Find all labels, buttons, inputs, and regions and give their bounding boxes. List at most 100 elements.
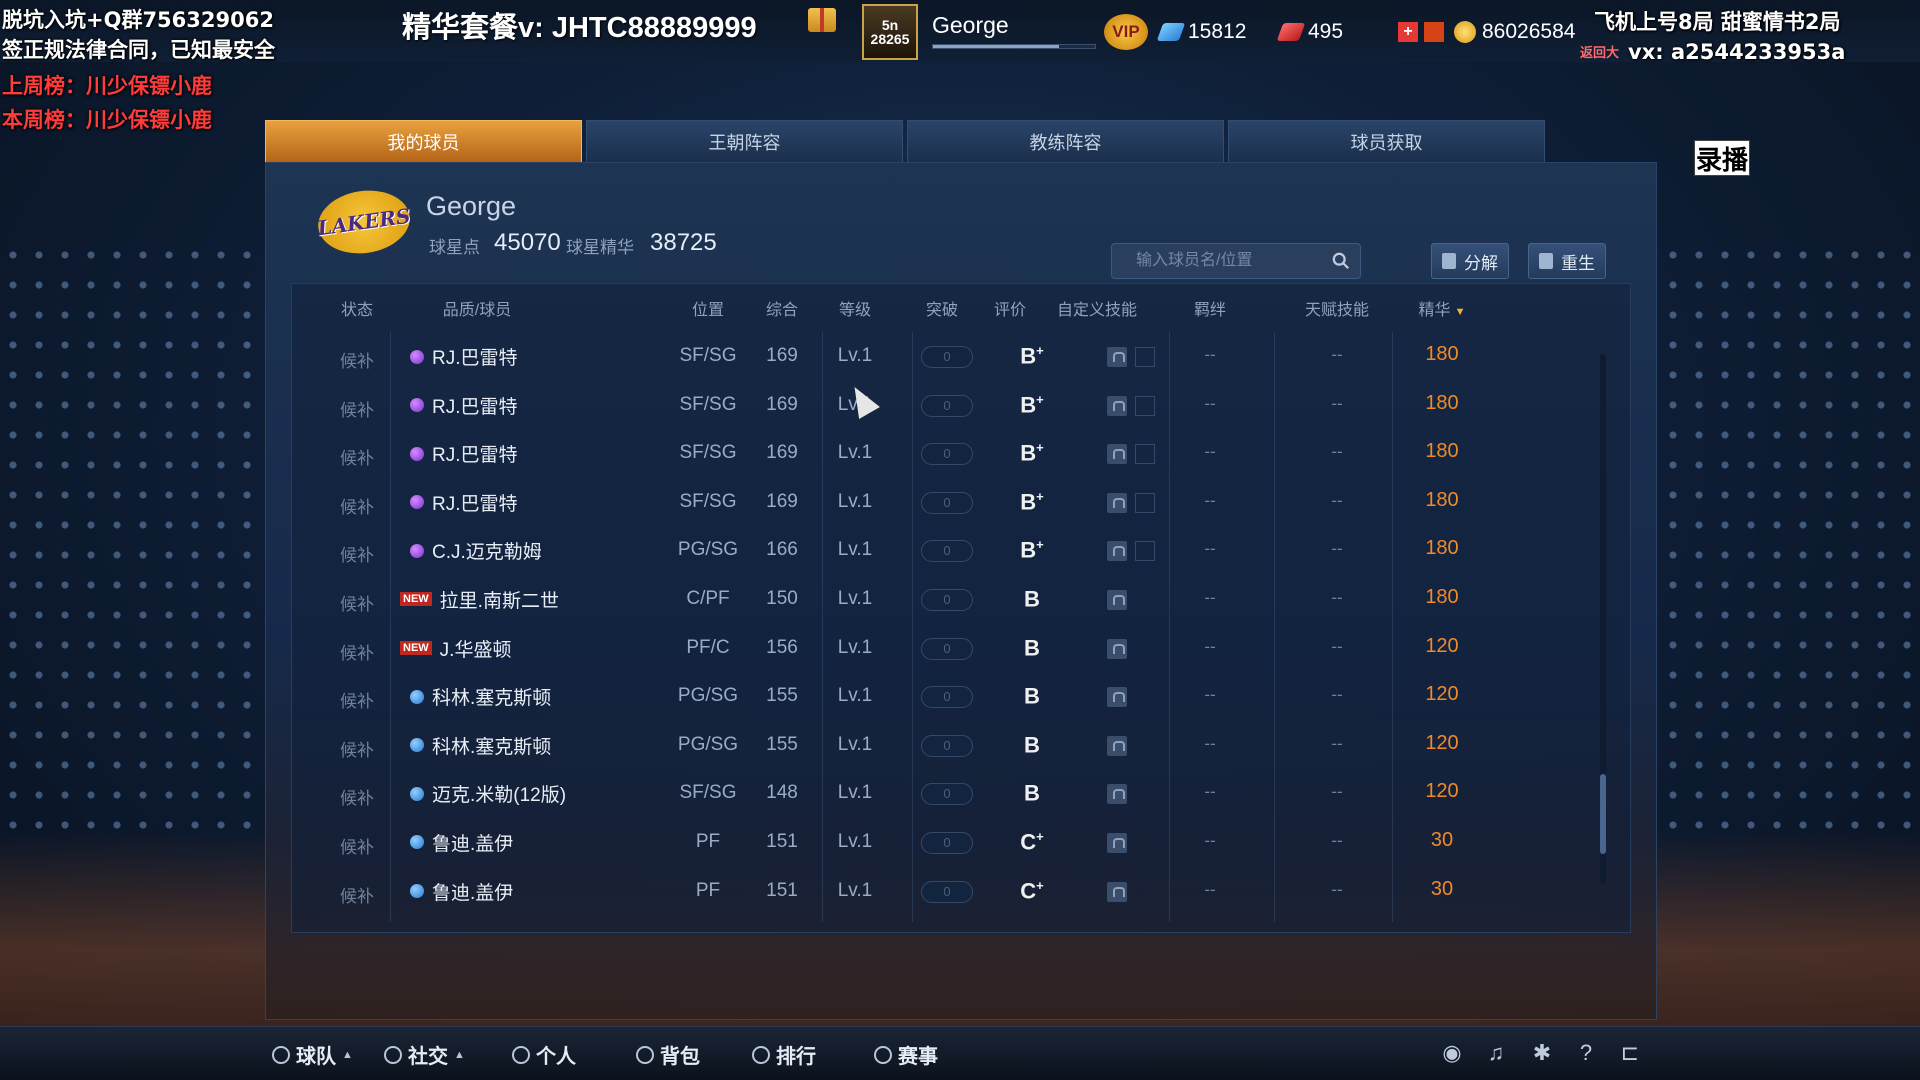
decompose-button[interactable]: 分解 <box>1431 243 1509 279</box>
position-cell: SF/SG <box>679 345 737 366</box>
table-row[interactable]: 候补 科林.塞克斯顿 PG/SG 155 Lv.1 0 B -- -- 120 <box>292 721 1630 770</box>
grade-plus: + <box>1036 828 1044 844</box>
search-input[interactable] <box>1112 244 1360 278</box>
music-icon[interactable]: ♫ <box>1484 1041 1508 1065</box>
tab-1[interactable]: 我的球员 <box>265 120 582 162</box>
exit-icon[interactable]: ⊏ <box>1618 1041 1642 1065</box>
coin-currency[interactable]: 86026584 <box>1454 20 1575 44</box>
table-row[interactable]: 候补 RJ.巴雷特 SF/SG 169 Lv.1 0 B+ -- -- 180 <box>292 332 1630 381</box>
player-cell[interactable]: RJ.巴雷特 <box>410 440 518 467</box>
lock-icon[interactable] <box>1107 395 1127 416</box>
overall-cell: 169 <box>766 490 798 512</box>
tab-3[interactable]: 教练阵容 <box>907 120 1224 162</box>
grade-cell: B+ <box>1020 343 1043 369</box>
nav-trophy[interactable]: 赛事 <box>874 1040 938 1069</box>
player-cell[interactable]: NEW J.华盛顿 <box>400 635 511 662</box>
nav-team[interactable]: 球队 ▲ <box>272 1040 353 1069</box>
skill-slot[interactable] <box>1135 492 1155 513</box>
player-cell[interactable]: 迈克.米勒(12版) <box>410 780 566 807</box>
lock-icon[interactable] <box>1107 687 1127 708</box>
lock-icon[interactable] <box>1107 492 1127 513</box>
column-header: 评价 <box>994 296 1026 320</box>
quality-blue-icon <box>410 835 424 850</box>
card-icon[interactable] <box>1424 22 1444 42</box>
sort-desc-icon[interactable]: ▼ <box>1455 306 1466 318</box>
bond-cell: -- <box>1204 830 1216 850</box>
lock-icon[interactable] <box>1107 832 1127 853</box>
player-cell[interactable]: 鲁迪.盖伊 <box>410 878 513 905</box>
nav-rank[interactable]: 排行 <box>752 1040 816 1069</box>
table-row[interactable]: 候补 C.J.迈克勒姆 PG/SG 166 Lv.1 0 B+ -- -- 180 <box>292 526 1630 575</box>
tab-2[interactable]: 王朝阵容 <box>586 120 903 162</box>
column-header[interactable]: 精华 ▼ <box>1419 296 1466 320</box>
player-cell[interactable]: 科林.塞克斯顿 <box>410 732 551 759</box>
table-row[interactable]: 候补 RJ.巴雷特 SF/SG 169 Lv.1 0 B+ -- -- 180 <box>292 429 1630 478</box>
rebirth-button[interactable]: 重生 <box>1528 243 1606 279</box>
vip-badge[interactable]: VIP <box>1104 14 1148 50</box>
skill-slot[interactable] <box>1135 541 1155 562</box>
scrollbar[interactable] <box>1600 354 1606 884</box>
bond-cell: -- <box>1204 442 1216 462</box>
lock-icon[interactable] <box>1107 784 1127 805</box>
player-cell[interactable]: NEW 拉里.南斯二世 <box>400 586 559 613</box>
lock-icon[interactable] <box>1107 881 1127 902</box>
medkit-icon[interactable]: + <box>1398 22 1418 42</box>
nav-social[interactable]: 社交 ▲ <box>384 1040 465 1069</box>
player-cell[interactable]: C.J.迈克勒姆 <box>410 537 542 564</box>
ticket-currency[interactable]: 495 <box>1276 20 1343 44</box>
table-row[interactable]: 候补 NEW 拉里.南斯二世 C/PF 150 Lv.1 0 B -- -- 180 <box>292 575 1630 624</box>
player-cell[interactable]: RJ.巴雷特 <box>410 343 518 370</box>
nav-bag[interactable]: 背包 <box>636 1040 700 1069</box>
table-body: 候补 RJ.巴雷特 SF/SG 169 Lv.1 0 B+ -- -- 180 候补 RJ.巴雷特 SF… <box>292 332 1630 915</box>
essence-label: 球星精华 <box>566 238 634 257</box>
overall-cell: 150 <box>766 587 798 609</box>
skill-slot[interactable] <box>1135 347 1155 367</box>
settings-icon[interactable]: ✱ <box>1530 1041 1554 1065</box>
bond-cell: -- <box>1204 685 1216 705</box>
player-cell[interactable]: RJ.巴雷特 <box>410 392 518 419</box>
table-row[interactable]: 候补 RJ.巴雷特 SF/SG 169 Lv.1 0 B+ -- -- 180 <box>292 478 1630 527</box>
player-cell[interactable]: 科林.塞克斯顿 <box>410 683 551 710</box>
overlay-line-1: 脱坑入坑+Q群756329062 <box>2 8 274 32</box>
lock-icon[interactable] <box>1107 735 1127 756</box>
caret-up-icon: ▲ <box>342 1048 353 1061</box>
skill-slot[interactable] <box>1135 444 1155 465</box>
help-icon[interactable]: ? <box>1574 1041 1598 1065</box>
player-table: 状态 品质/球员 位置 综合 等级 突破 评价 自定义技能 羁绊 天赋技能 精华 ▼ 候补 RJ.巴雷特… <box>291 283 1631 933</box>
lock-icon[interactable] <box>1107 347 1127 367</box>
social-icon <box>384 1045 402 1064</box>
column-header: 品质/球员 <box>443 296 511 320</box>
status-cell: 候补 <box>340 692 374 712</box>
lock-icon[interactable] <box>1107 444 1127 465</box>
table-row[interactable]: 候补 NEW J.华盛顿 PF/C 156 Lv.1 0 B -- -- 120 <box>292 624 1630 673</box>
headset-icon[interactable]: ◉ <box>1440 1041 1464 1065</box>
grade-letter: C <box>1020 877 1037 903</box>
overall-cell: 155 <box>766 685 798 707</box>
nav-label: 社交 <box>408 1046 448 1068</box>
overall-cell: 156 <box>766 636 798 658</box>
player-cell[interactable]: RJ.巴雷特 <box>410 489 518 516</box>
player-cell[interactable]: 鲁迪.盖伊 <box>410 829 513 856</box>
back-button[interactable]: 返回大 <box>1580 42 1619 61</box>
status-cell: 候补 <box>340 400 374 420</box>
essence-cell: 120 <box>1425 780 1459 803</box>
nav-person[interactable]: 个人 <box>512 1040 576 1069</box>
lock-icon[interactable] <box>1107 589 1127 610</box>
table-row[interactable]: 候补 鲁迪.盖伊 PF 151 Lv.1 0 C+ -- -- 30 <box>292 818 1630 867</box>
table-row[interactable]: 候补 鲁迪.盖伊 PF 151 Lv.1 0 C+ -- -- 30 <box>292 867 1630 916</box>
tab-4[interactable]: 球员获取 <box>1228 120 1545 162</box>
lock-icon[interactable] <box>1107 541 1127 562</box>
gift-icon[interactable] <box>808 8 836 32</box>
table-row[interactable]: 候补 RJ.巴雷特 SF/SG 169 Lv.1 0 B+ -- -- 180 <box>292 381 1630 430</box>
table-row[interactable]: 候补 迈克.米勒(12版) SF/SG 148 Lv.1 0 B -- -- 120 <box>292 769 1630 818</box>
skill-slot[interactable] <box>1135 395 1155 416</box>
position-cell: PF <box>695 879 721 901</box>
search-icon[interactable] <box>1332 252 1350 270</box>
grade-plus: + <box>1036 343 1044 358</box>
scrollbar-thumb[interactable] <box>1600 774 1606 854</box>
table-row[interactable]: 候补 科林.塞克斯顿 PG/SG 155 Lv.1 0 B -- -- 120 <box>292 672 1630 721</box>
level-badge[interactable]: 5n 28265 <box>862 4 918 60</box>
grade-cell: B <box>1024 732 1040 758</box>
diamond-currency[interactable]: 15812 <box>1156 20 1246 44</box>
lock-icon[interactable] <box>1107 638 1127 659</box>
